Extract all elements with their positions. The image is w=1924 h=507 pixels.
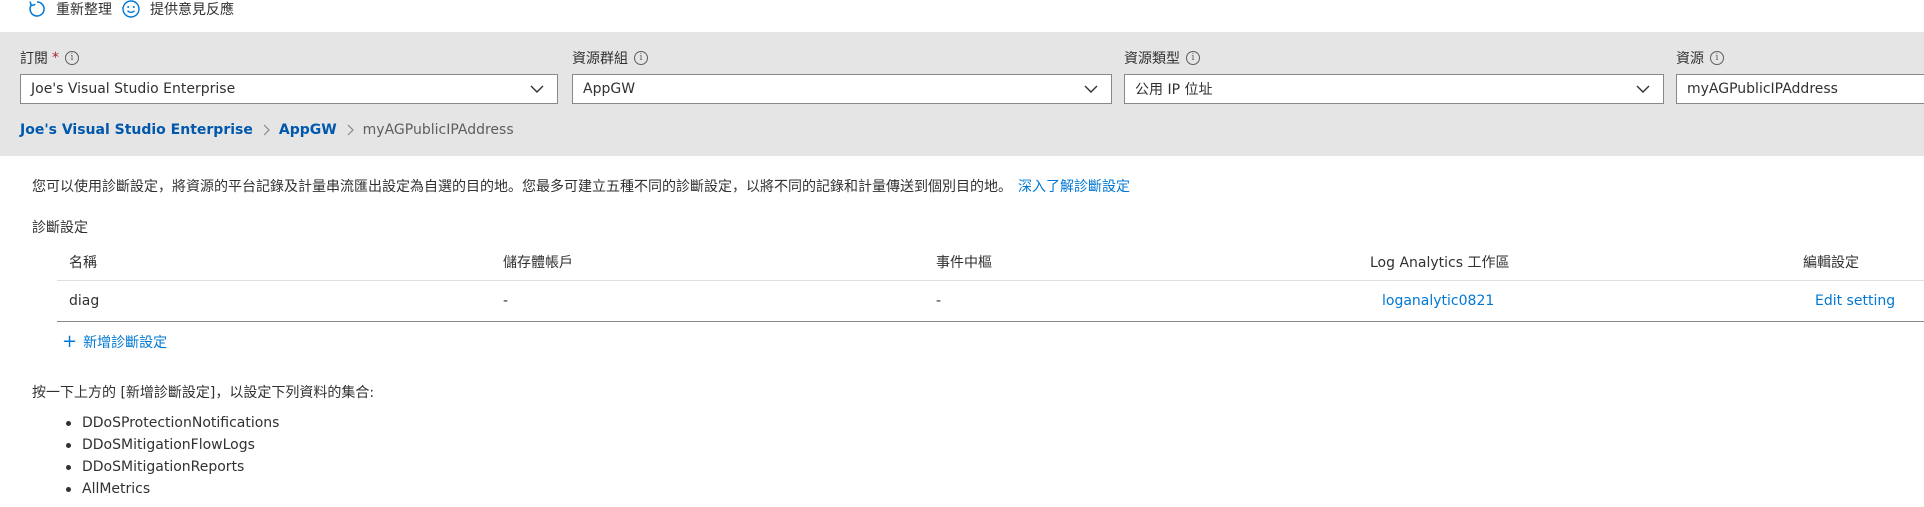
bullet-icon xyxy=(66,487,71,492)
feedback-button[interactable]: 提供意見反應 xyxy=(120,0,234,22)
bullet-icon xyxy=(66,421,71,426)
list-item-label: DDoSMitigationFlowLogs xyxy=(82,437,255,453)
row-event-hub: - xyxy=(936,293,942,309)
table-row: diag - - loganalytic0821 Edit setting xyxy=(57,281,1924,322)
resource-type-dropdown[interactable]: 公用 IP 位址 xyxy=(1124,74,1664,104)
feedback-label: 提供意見反應 xyxy=(150,2,234,18)
list-item: DDoSMitigationFlowLogs xyxy=(64,434,279,456)
resource-label: 資源 i xyxy=(1676,48,1724,68)
list-item-label: AllMetrics xyxy=(82,481,151,497)
breadcrumb-resource-group[interactable]: AppGW xyxy=(279,122,337,138)
chevron-down-icon xyxy=(1084,85,1098,93)
resource-group-label: 資源群組 i xyxy=(572,48,648,68)
list-item: DDoSMitigationReports xyxy=(64,456,279,478)
refresh-label: 重新整理 xyxy=(56,2,112,18)
subscription-value: Joe's Visual Studio Enterprise xyxy=(31,81,236,97)
add-diagnostic-setting-label: 新增診斷設定 xyxy=(83,335,168,351)
learn-more-link[interactable]: 深入了解診斷設定 xyxy=(1018,179,1130,195)
description-body: 您可以使用診斷設定，將資源的平台記錄及計量串流匯出設定為自選的目的地。您最多可建… xyxy=(32,179,1012,195)
table-header: 名稱 儲存體帳戶 事件中樞 Log Analytics 工作區 編輯設定 xyxy=(57,243,1924,281)
plus-icon: + xyxy=(62,331,78,352)
subscription-label-text: 訂閱 xyxy=(20,51,48,67)
resource-value: myAGPublicIPAddress xyxy=(1687,81,1838,97)
subscription-label: 訂閱 * i xyxy=(20,48,79,68)
breadcrumb-subscription[interactable]: Joe's Visual Studio Enterprise xyxy=(20,122,253,138)
bullet-icon xyxy=(66,465,71,470)
info-icon[interactable]: i xyxy=(65,51,79,65)
resource-group-label-text: 資源群組 xyxy=(572,51,628,67)
row-storage: - xyxy=(503,293,509,309)
chevron-down-icon xyxy=(1636,85,1650,93)
diagnostic-settings-table: 名稱 儲存體帳戶 事件中樞 Log Analytics 工作區 編輯設定 dia… xyxy=(57,243,1924,322)
chevron-right-icon xyxy=(263,124,270,136)
breadcrumb-current: myAGPublicIPAddress xyxy=(362,122,514,138)
edit-setting-link[interactable]: Edit setting xyxy=(1815,281,1895,321)
resource-group-value: AppGW xyxy=(583,81,636,97)
description-text: 您可以使用診斷設定，將資源的平台記錄及計量串流匯出設定為自選的目的地。您最多可建… xyxy=(32,176,1130,196)
diagnostic-settings-heading: 診斷設定 xyxy=(32,220,88,236)
list-item-label: DDoSProtectionNotifications xyxy=(82,415,280,431)
workspace-link[interactable]: loganalytic0821 xyxy=(1382,281,1494,321)
resource-group-dropdown[interactable]: AppGW xyxy=(572,74,1112,104)
command-bar: 重新整理 提供意見反應 xyxy=(0,0,1924,32)
info-icon[interactable]: i xyxy=(634,51,648,65)
info-icon[interactable]: i xyxy=(1186,51,1200,65)
filter-panel: 訂閱 * i Joe's Visual Studio Enterprise 資源… xyxy=(0,32,1924,156)
bullet-icon xyxy=(66,443,71,448)
list-item: DDoSProtectionNotifications xyxy=(64,412,279,434)
resource-type-value: 公用 IP 位址 xyxy=(1135,82,1213,98)
column-header-event-hub: 事件中樞 xyxy=(936,254,992,271)
breadcrumb: Joe's Visual Studio Enterprise AppGW myA… xyxy=(20,122,514,138)
resource-type-label: 資源類型 i xyxy=(1124,48,1200,68)
required-marker: * xyxy=(52,50,59,66)
chevron-down-icon xyxy=(530,85,544,93)
refresh-icon xyxy=(26,0,48,20)
smiley-icon xyxy=(120,0,142,20)
column-header-workspace: Log Analytics 工作區 xyxy=(1370,254,1510,271)
column-header-storage: 儲存體帳戶 xyxy=(503,254,573,271)
resource-type-label-text: 資源類型 xyxy=(1124,51,1180,67)
subscription-dropdown[interactable]: Joe's Visual Studio Enterprise xyxy=(20,74,558,104)
column-header-name: 名稱 xyxy=(69,254,97,271)
list-item: AllMetrics xyxy=(64,478,279,500)
data-categories-list: DDoSProtectionNotifications DDoSMitigati… xyxy=(64,412,279,500)
add-diagnostic-setting-button[interactable]: + 新增診斷設定 xyxy=(62,332,167,352)
column-header-edit: 編輯設定 xyxy=(1803,254,1859,271)
refresh-button[interactable]: 重新整理 xyxy=(26,0,112,22)
instructions-text: 按一下上方的 [新增診斷設定]，以設定下列資料的集合: xyxy=(32,385,375,401)
row-name: diag xyxy=(69,293,100,309)
resource-dropdown[interactable]: myAGPublicIPAddress xyxy=(1676,74,1924,104)
info-icon[interactable]: i xyxy=(1710,51,1724,65)
list-item-label: DDoSMitigationReports xyxy=(82,459,245,475)
resource-label-text: 資源 xyxy=(1676,51,1704,67)
chevron-right-icon xyxy=(347,124,354,136)
